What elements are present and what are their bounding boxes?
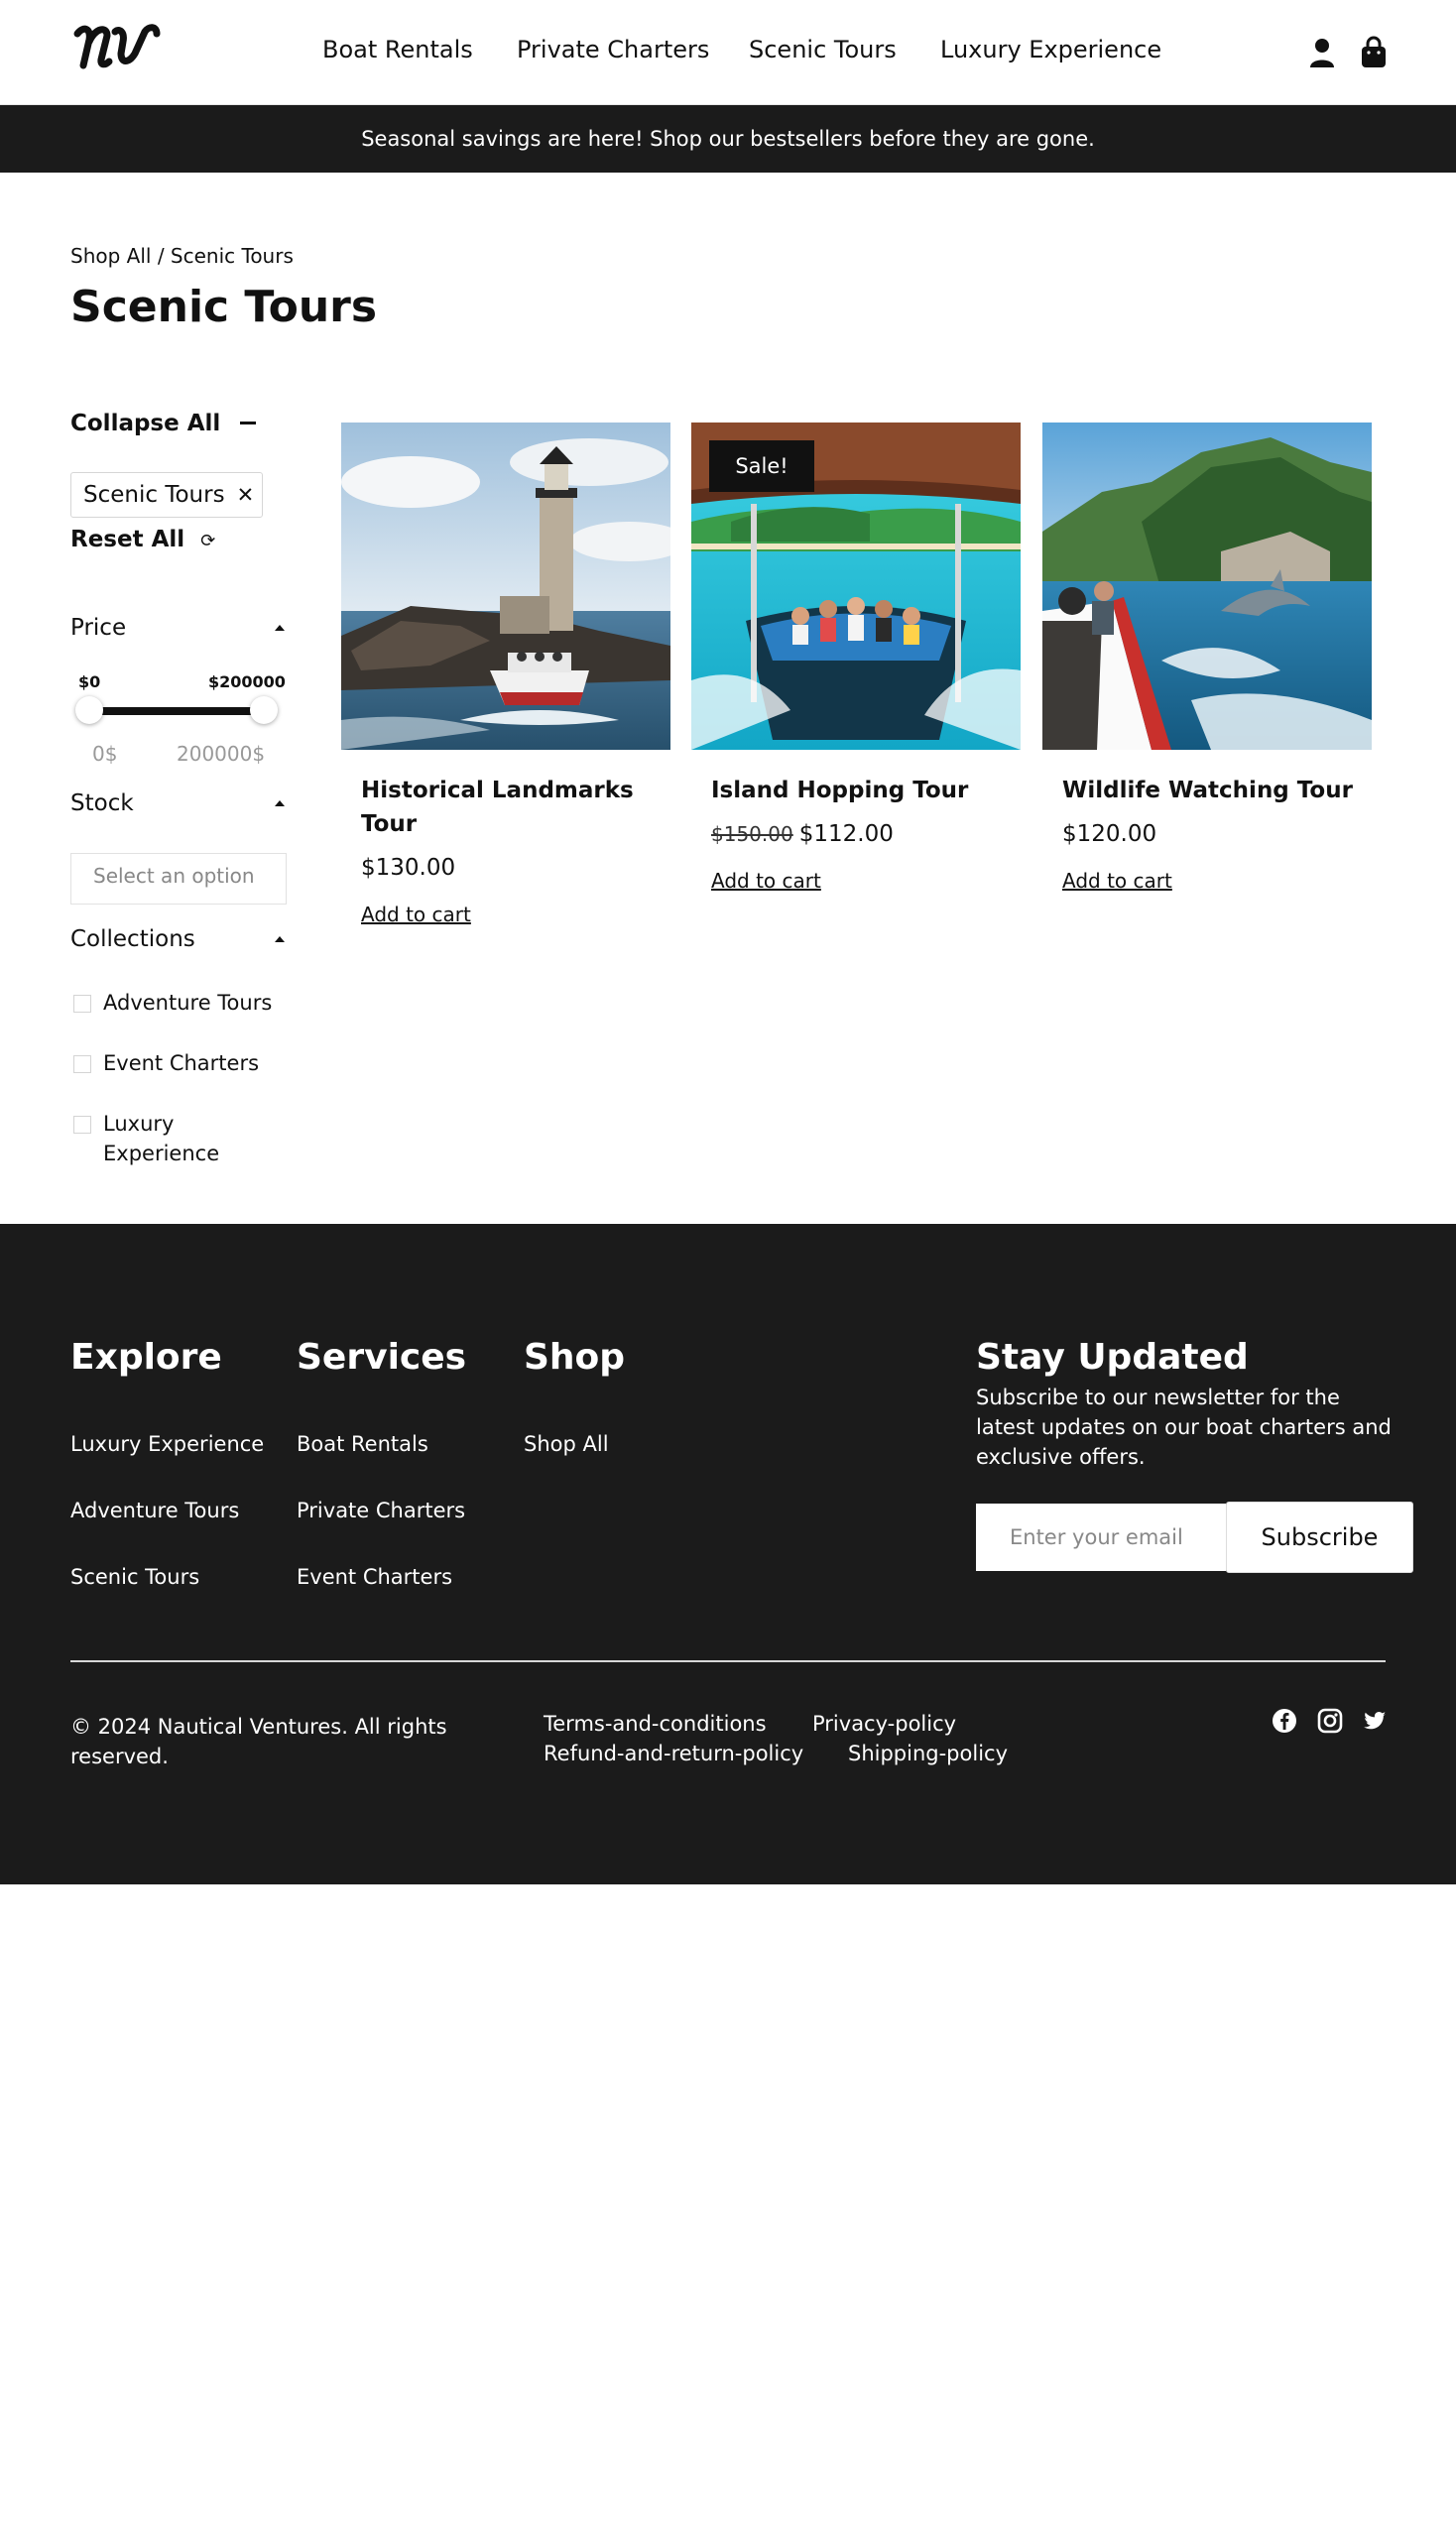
bag-icon[interactable]: [1360, 36, 1390, 69]
collection-option-label: Adventure Tours: [103, 991, 273, 1015]
policy-link-shipping[interactable]: Shipping-policy: [848, 1742, 1008, 1765]
policy-link-privacy[interactable]: Privacy-policy: [812, 1712, 956, 1736]
checkbox[interactable]: [73, 1116, 91, 1134]
chevron-up-icon: [275, 936, 285, 942]
collections-filter-toggle[interactable]: Collections: [70, 926, 287, 958]
policy-link-terms[interactable]: Terms-and-conditions: [544, 1712, 767, 1736]
footer-shop-title: Shop: [524, 1337, 626, 1378]
active-filter-chip[interactable]: Scenic Tours ✕: [70, 472, 263, 518]
minus-icon: [240, 422, 257, 424]
product-name[interactable]: Historical Landmarks Tour: [361, 774, 659, 841]
collection-option-luxury-experience[interactable]: Luxury Experience: [70, 1109, 269, 1168]
price-min-label: $0: [78, 672, 101, 691]
price-range-track: [89, 707, 264, 715]
collapse-all-label: Collapse All: [70, 411, 221, 436]
newsletter-email-input[interactable]: [976, 1504, 1226, 1571]
footer-link[interactable]: Luxury Experience: [70, 1432, 264, 1456]
add-to-cart-link[interactable]: Add to cart: [361, 903, 471, 926]
price-min-value: 0$: [92, 742, 118, 766]
breadcrumb-shop-all[interactable]: Shop All: [70, 244, 151, 268]
footer-link[interactable]: Event Charters: [297, 1565, 452, 1589]
chevron-up-icon: [275, 625, 285, 631]
breadcrumb: Shop All / Scenic Tours: [70, 244, 294, 268]
footer-link[interactable]: Private Charters: [297, 1499, 465, 1522]
close-icon[interactable]: ✕: [237, 483, 255, 507]
product-image-dolphin[interactable]: [1042, 423, 1372, 750]
user-icon[interactable]: [1307, 36, 1337, 69]
checkbox[interactable]: [73, 995, 91, 1013]
price-max-handle[interactable]: [250, 696, 278, 724]
collection-option-label: Event Charters: [103, 1051, 260, 1075]
facebook-icon[interactable]: [1272, 1708, 1297, 1734]
newsletter-title: Stay Updated: [976, 1337, 1249, 1378]
product-image-lighthouse[interactable]: [341, 423, 670, 750]
collection-option-event-charters[interactable]: Event Charters: [70, 1048, 299, 1078]
product-image-island-boat[interactable]: Sale!: [691, 423, 1021, 750]
price-max-value: 200000$: [177, 742, 266, 766]
product-price: $130.00: [361, 855, 455, 881]
chevron-up-icon: [275, 800, 285, 806]
policy-link-refund[interactable]: Refund-and-return-policy: [544, 1742, 803, 1765]
footer-link[interactable]: Adventure Tours: [70, 1499, 239, 1522]
copyright-text: © 2024 Nautical Ventures. All rights res…: [70, 1715, 447, 1768]
stock-filter-title: Stock: [70, 790, 134, 816]
reset-all-label: Reset All: [70, 527, 185, 552]
product-old-price: $150.00: [711, 822, 793, 846]
chip-label: Scenic Tours: [83, 482, 225, 508]
product-current-price: $120.00: [1062, 821, 1157, 847]
breadcrumb-current: Scenic Tours: [170, 244, 294, 268]
price-filter-title: Price: [70, 615, 127, 641]
product-price: $150.00 $112.00: [711, 821, 894, 847]
site-footer: Explore Luxury Experience Adventure Tour…: [0, 1224, 1456, 1884]
price-max-label: $200000: [208, 672, 286, 691]
footer-explore-title: Explore: [70, 1337, 222, 1378]
stock-select[interactable]: Select an option: [70, 853, 287, 905]
footer-link[interactable]: Shop All: [524, 1432, 609, 1456]
page-title: Scenic Tours: [70, 282, 378, 332]
product-current-price: $130.00: [361, 855, 456, 881]
product-name[interactable]: Island Hopping Tour: [711, 774, 1009, 807]
refresh-icon: ⟳: [200, 531, 216, 551]
price-filter-toggle[interactable]: Price: [70, 615, 287, 647]
add-to-cart-link[interactable]: Add to cart: [1062, 869, 1172, 893]
nav-scenic-tours[interactable]: Scenic Tours: [749, 36, 897, 63]
collections-filter-title: Collections: [70, 926, 195, 952]
sale-badge: Sale!: [709, 440, 814, 492]
collapse-all-button[interactable]: Collapse All: [70, 411, 257, 436]
footer-services-title: Services: [297, 1337, 467, 1378]
footer-link[interactable]: Boat Rentals: [297, 1432, 428, 1456]
collection-option-label: Luxury Experience: [103, 1112, 220, 1165]
stock-filter-toggle[interactable]: Stock: [70, 790, 287, 822]
product-price: $120.00: [1062, 821, 1156, 847]
nav-private-charters[interactable]: Private Charters: [517, 36, 709, 63]
product-current-price: $112.00: [798, 821, 894, 847]
footer-divider: [70, 1660, 1386, 1662]
collection-option-adventure-tours[interactable]: Adventure Tours: [70, 988, 299, 1018]
breadcrumb-separator: /: [151, 244, 171, 268]
nav-luxury-experience[interactable]: Luxury Experience: [940, 36, 1161, 63]
price-min-handle[interactable]: [75, 696, 103, 724]
product-name[interactable]: Wildlife Watching Tour: [1062, 774, 1360, 807]
instagram-icon[interactable]: [1317, 1708, 1343, 1734]
reset-all-button[interactable]: Reset All ⟳: [70, 527, 215, 552]
footer-link[interactable]: Scenic Tours: [70, 1565, 199, 1589]
announcement-bar: Seasonal savings are here! Shop our best…: [0, 105, 1456, 173]
newsletter-text: Subscribe to our newsletter for the late…: [976, 1386, 1392, 1469]
main-nav: Boat Rentals Private Charters Scenic Tou…: [0, 36, 1456, 69]
twitter-icon[interactable]: [1362, 1708, 1388, 1734]
nav-boat-rentals[interactable]: Boat Rentals: [322, 36, 473, 63]
checkbox[interactable]: [73, 1055, 91, 1073]
subscribe-button[interactable]: Subscribe: [1226, 1502, 1413, 1573]
add-to-cart-link[interactable]: Add to cart: [711, 869, 821, 893]
site-header: Boat Rentals Private Charters Scenic Tou…: [0, 0, 1456, 105]
